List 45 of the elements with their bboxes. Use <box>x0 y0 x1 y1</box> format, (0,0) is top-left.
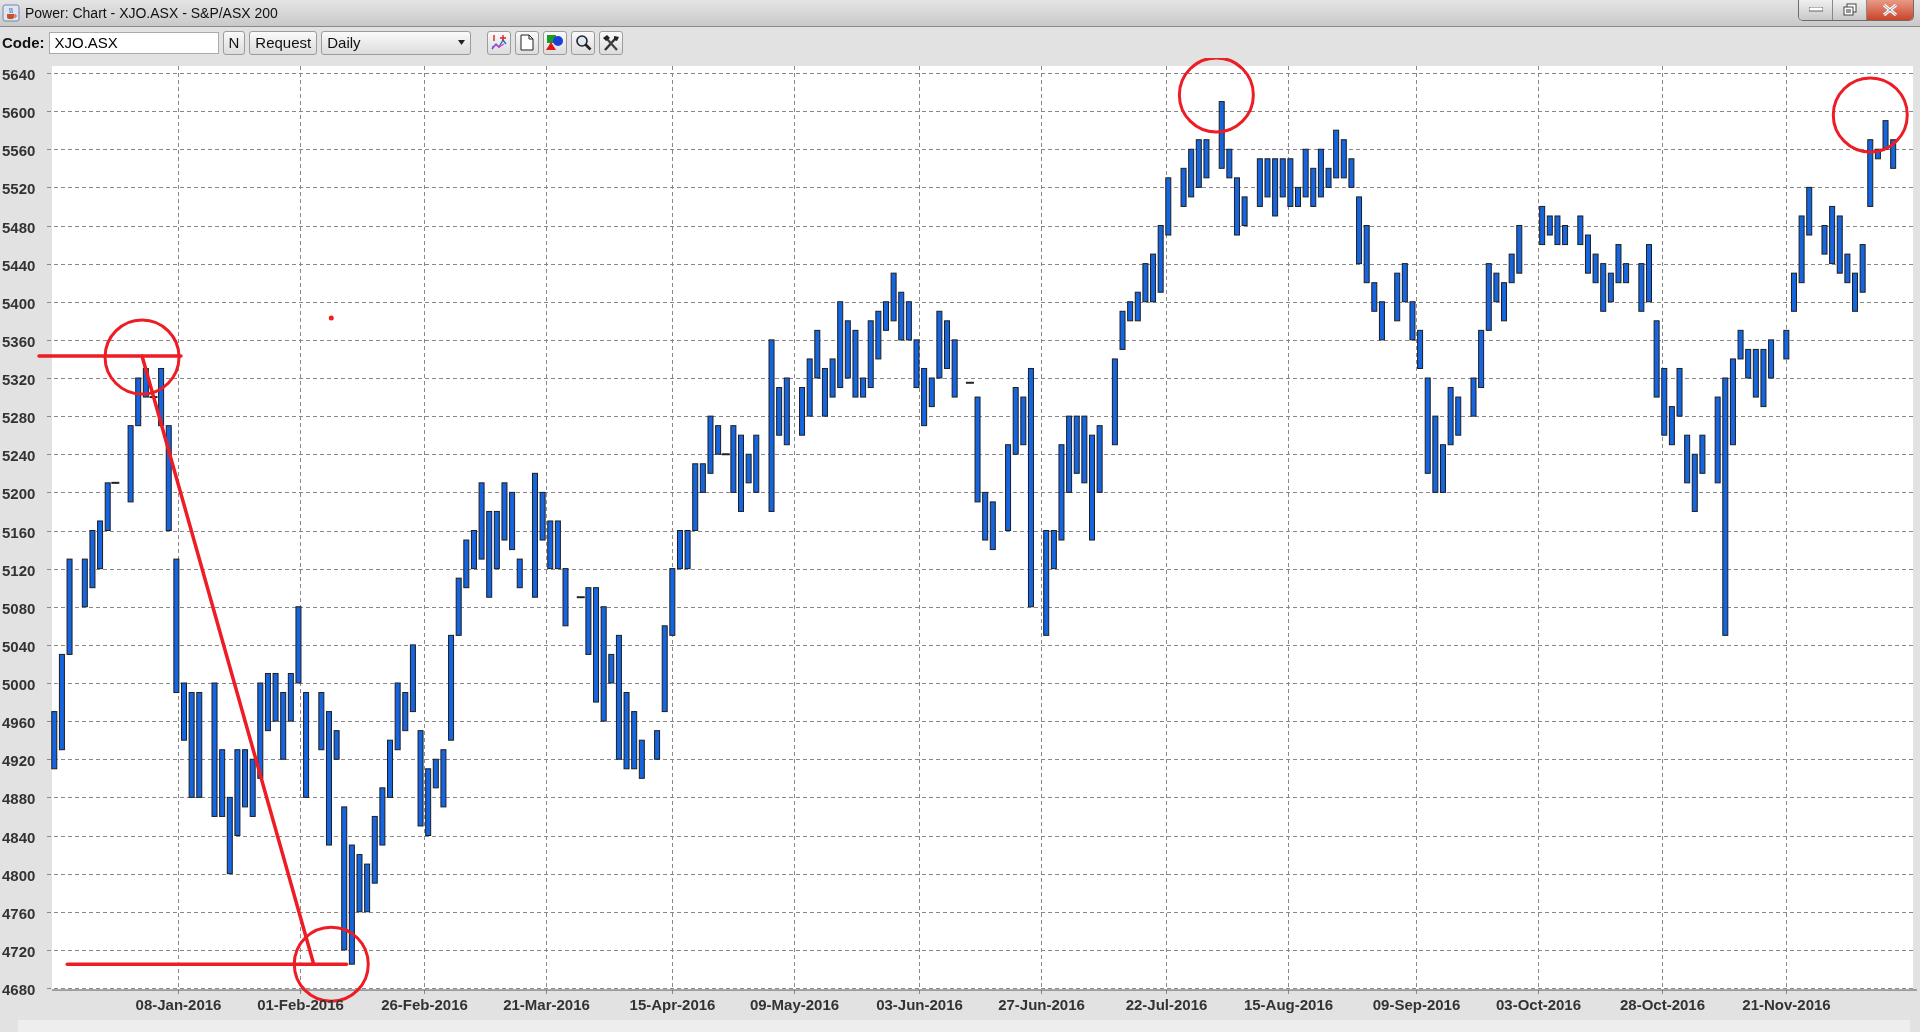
axis-label: 5320 <box>2 370 36 388</box>
axis-label: 5360 <box>2 332 36 350</box>
axis-label: 22-Jul-2016 <box>1125 996 1208 1013</box>
axis-label: 5200 <box>2 484 36 502</box>
axis-label: 08-Jan-2016 <box>135 996 222 1013</box>
axis-label: 5440 <box>2 256 36 274</box>
axis-label: 03-Jun-2016 <box>876 996 963 1013</box>
axis-label: 28-Oct-2016 <box>1619 996 1706 1013</box>
axis-label: 5120 <box>2 561 36 579</box>
toolbar-button[interactable]: N <box>222 30 246 55</box>
axis-label: 4920 <box>2 751 36 769</box>
axis-label: 5000 <box>2 675 36 693</box>
period-dropdown[interactable]: Daily <box>321 30 472 55</box>
axis-label: 5400 <box>2 294 36 312</box>
axis-label: 5280 <box>2 408 36 426</box>
axis-label: 09-May-2016 <box>749 996 840 1013</box>
axis-label: 4800 <box>2 866 36 884</box>
axis-label: 15-Apr-2016 <box>629 996 716 1013</box>
axis-label: 4720 <box>2 942 36 960</box>
axis-label: 5640 <box>2 65 36 83</box>
axis-label: 21-Nov-2016 <box>1742 996 1831 1013</box>
axis-label: 09-Sep-2016 <box>1372 996 1461 1013</box>
axis-label: 5240 <box>2 446 36 464</box>
axis-label: 27-Jun-2016 <box>998 996 1085 1013</box>
window-title: Power: Chart - XJO.ASX - S&P/ASX 200 <box>25 5 278 21</box>
axis-label: 4680 <box>2 980 36 998</box>
axis-label: 4880 <box>2 789 36 807</box>
code-field[interactable]: XJO.ASX <box>48 31 219 54</box>
axis-label: 21-Mar-2016 <box>503 996 590 1013</box>
toolbar-button[interactable]: Request <box>249 30 318 55</box>
axis-label: 26-Feb-2016 <box>381 996 468 1013</box>
axis-label: 5520 <box>2 179 36 197</box>
code-label: Code: <box>2 34 45 51</box>
axis-label: 15-Aug-2016 <box>1243 996 1334 1013</box>
axis-label: 5480 <box>2 218 36 236</box>
axis-label: 4840 <box>2 828 36 846</box>
axis-label: 01-Feb-2016 <box>257 996 344 1013</box>
axis-label: 5080 <box>2 599 36 617</box>
axis-label: 03-Oct-2016 <box>1495 996 1582 1013</box>
axis-label: 4960 <box>2 713 36 731</box>
axis-label: 5040 <box>2 637 36 655</box>
axis-label: 5560 <box>2 141 36 159</box>
axis-label: 4760 <box>2 904 36 922</box>
axis-label: 5160 <box>2 523 36 541</box>
axis-label: 5600 <box>2 103 36 121</box>
